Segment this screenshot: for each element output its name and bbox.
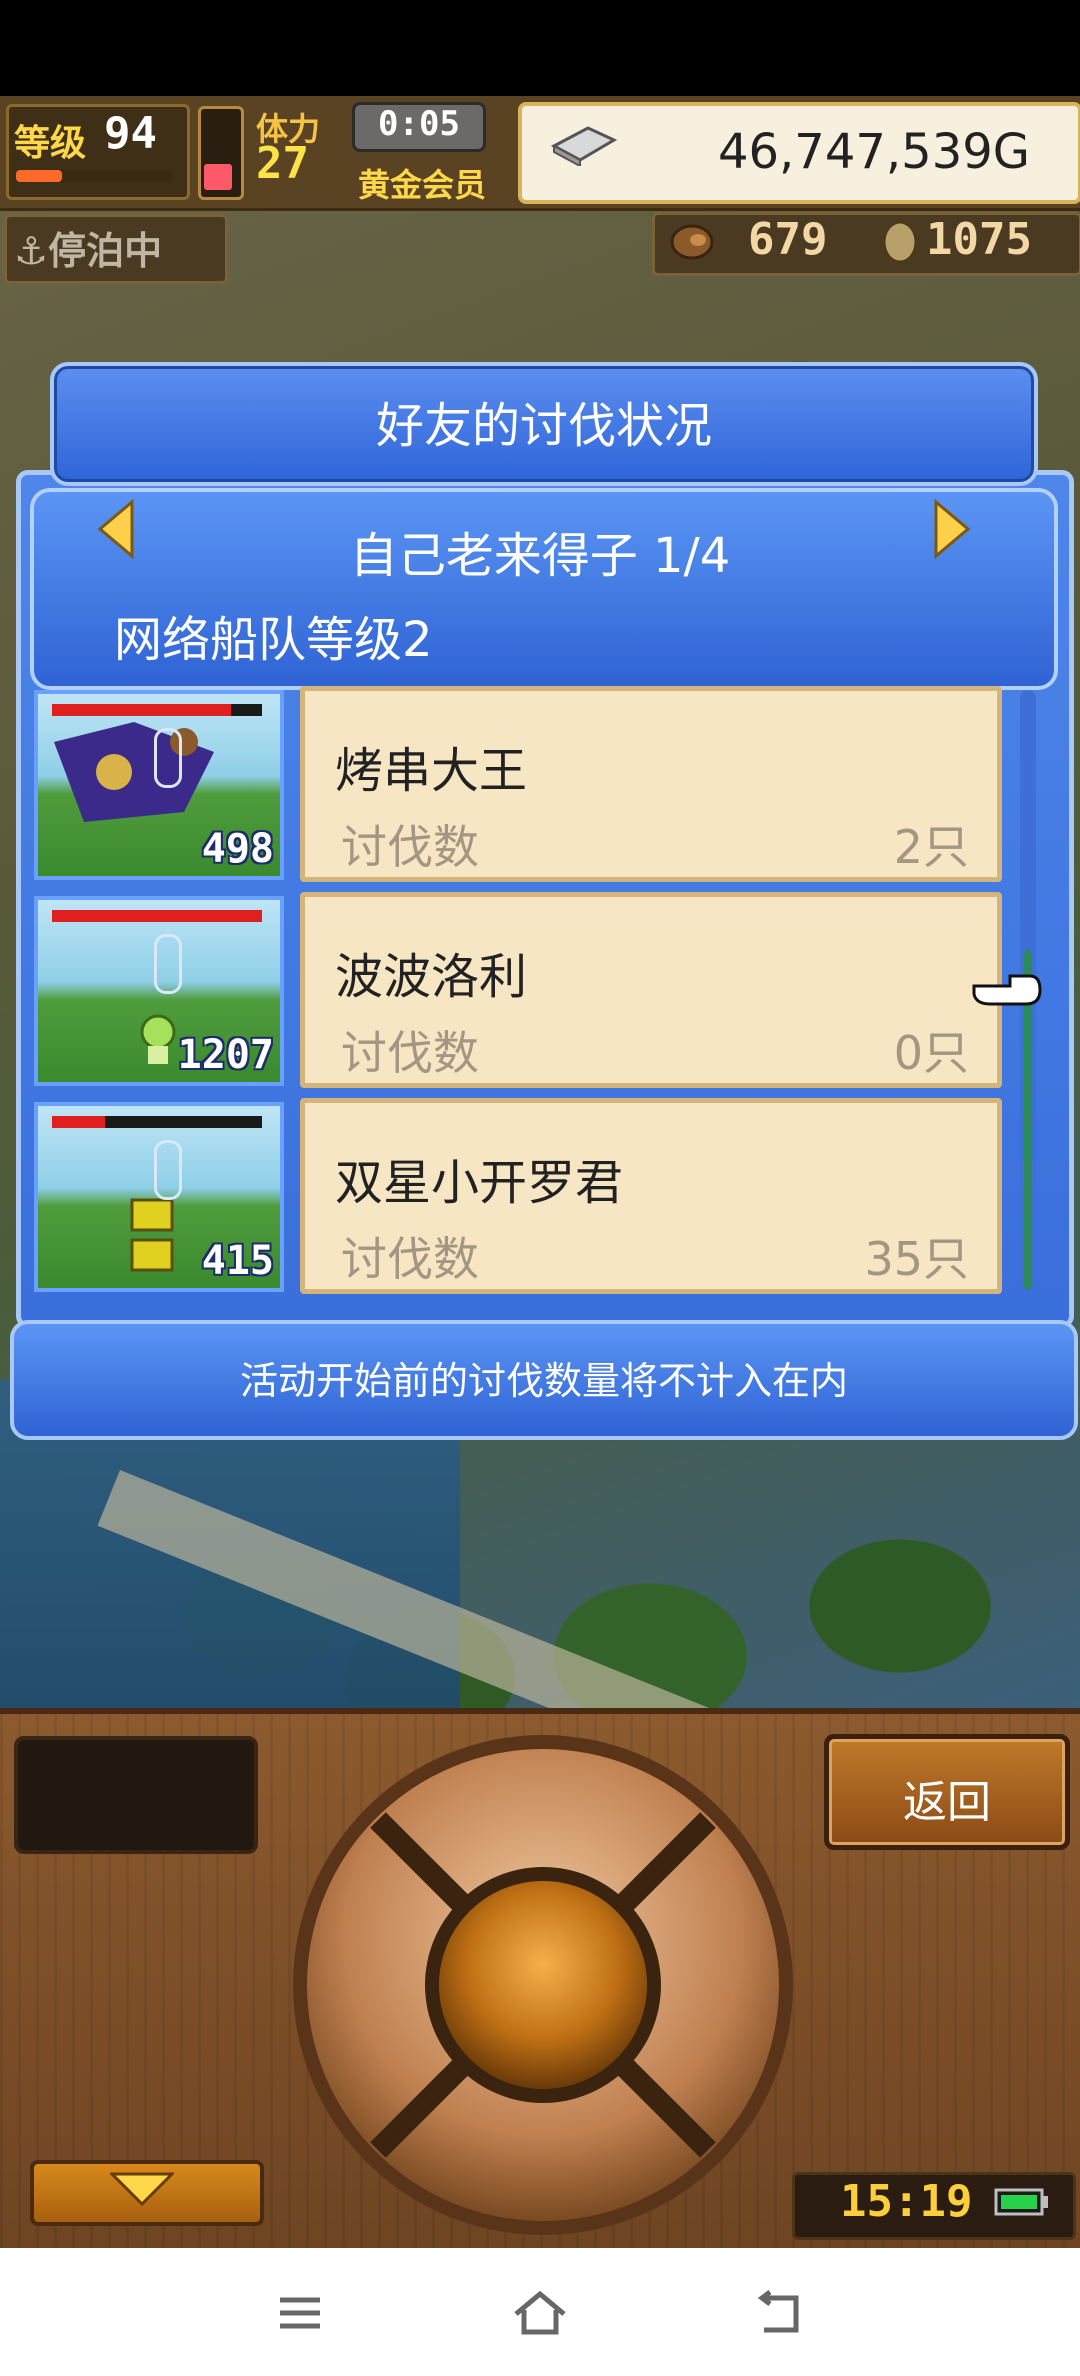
- list-item[interactable]: 波波洛利 讨伐数 0只: [300, 892, 1002, 1088]
- menu-icon[interactable]: [270, 2288, 330, 2338]
- monster-number: 415: [201, 1238, 274, 1284]
- kill-count-label: 讨伐数: [341, 1026, 479, 1080]
- coin-icon: [882, 220, 918, 264]
- friend-name: 波波洛利: [335, 949, 528, 1005]
- list-item[interactable]: 烤串大王 讨伐数 2只: [300, 686, 1002, 882]
- level-label: 等级: [14, 123, 87, 164]
- friend-name: 烤串大王: [335, 743, 528, 799]
- alert-icon: [154, 1140, 182, 1200]
- pointer-hand-icon: [972, 974, 1042, 1006]
- previous-arrow-icon[interactable]: [96, 498, 136, 560]
- exp-bar-fill: [16, 170, 62, 182]
- fleet-level: 网络船队等级2: [114, 612, 433, 668]
- resource2-value: 1075: [926, 214, 1032, 265]
- hp-bar-fill: [52, 1116, 105, 1128]
- kill-count-label: 讨伐数: [341, 1232, 479, 1286]
- monster-number: 498: [201, 826, 274, 872]
- friend-name: 双星小开罗君: [335, 1155, 624, 1211]
- footer-note: 活动开始前的讨伐数量将不计入在内: [239, 1359, 848, 1403]
- anchor-icon: ⚓: [14, 229, 49, 273]
- monster-sprite: [54, 722, 214, 822]
- resource1-value: 679: [748, 214, 828, 265]
- monster-thumbnail[interactable]: 415: [34, 1102, 284, 1292]
- membership-badge: 黄金会员: [358, 166, 487, 204]
- ore-icon: [670, 224, 714, 260]
- back-button-label: 返回: [903, 1777, 991, 1828]
- stamina-value: 27: [256, 138, 309, 189]
- fleet-name: 自己老来得子 1/4: [349, 528, 731, 584]
- mini-screen: [14, 1736, 258, 1854]
- battery-icon: [994, 2188, 1048, 2216]
- back-icon[interactable]: [750, 2288, 810, 2338]
- stamina-gauge-fill: [204, 164, 232, 190]
- next-arrow-icon[interactable]: [932, 498, 972, 560]
- dialog-title: 好友的讨伐状况: [375, 398, 712, 454]
- kill-count-label: 讨伐数: [341, 820, 479, 874]
- list-item[interactable]: 双星小开罗君 讨伐数 35只: [300, 1098, 1002, 1294]
- dpad-control[interactable]: [288, 1730, 798, 2240]
- home-icon[interactable]: [510, 2288, 570, 2338]
- alert-icon: [154, 934, 182, 994]
- monster-sprite: [130, 1198, 174, 1272]
- kill-count: 35只: [864, 1232, 969, 1286]
- stamina-timer: 0:05: [378, 104, 460, 144]
- dock-status: ⚓停泊中: [14, 220, 162, 275]
- kill-count: 2只: [893, 820, 969, 874]
- chevron-down-icon: [110, 2172, 174, 2206]
- level-value: 94: [104, 108, 157, 159]
- monster-thumbnail[interactable]: 498: [34, 690, 284, 880]
- clock: 15:19: [840, 2176, 973, 2227]
- money-value: 46,747,539G: [717, 124, 1030, 180]
- monster-number: 1207: [177, 1032, 274, 1078]
- dock-status-label: 停泊中: [48, 229, 163, 273]
- hp-bar-fill: [52, 910, 262, 922]
- kill-count: 0只: [893, 1026, 969, 1080]
- alert-icon: [154, 728, 182, 788]
- monster-thumbnail[interactable]: 1207: [34, 896, 284, 1086]
